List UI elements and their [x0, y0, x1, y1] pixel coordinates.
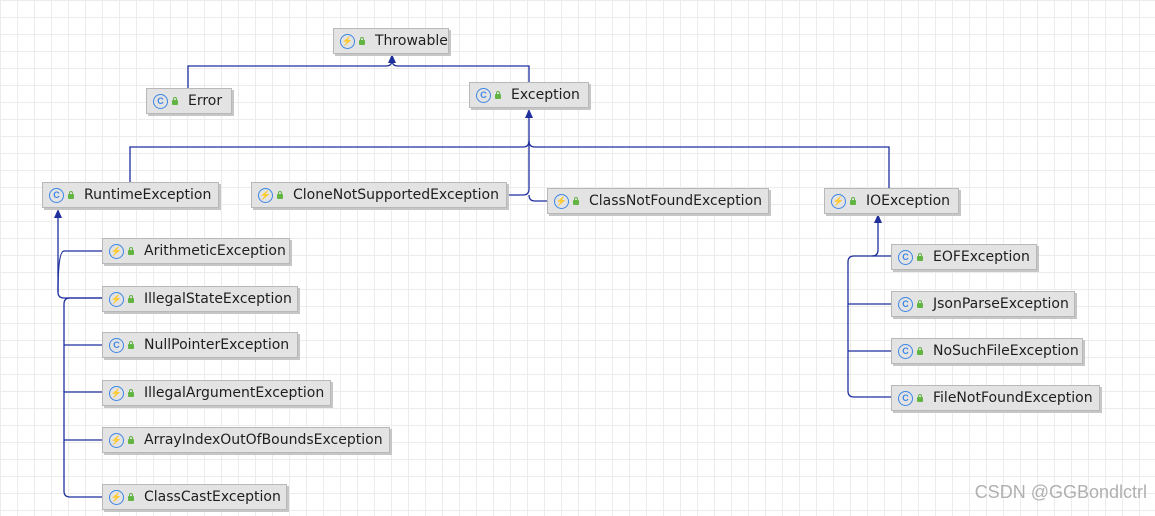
edge-ioexception-exception [528, 140, 890, 188]
lock-icon [917, 393, 923, 402]
edge-error-throwable [187, 55, 393, 88]
abstract-class-icon: ⚡ [109, 385, 124, 401]
edge-filenotfound-ioexception [847, 214, 891, 398]
node-label: Exception [511, 87, 580, 103]
node-runtime-exception[interactable]: C RuntimeException [42, 182, 219, 208]
node-class-not-found-exception[interactable]: ⚡ ClassNotFoundException [547, 188, 769, 214]
lock-icon [573, 196, 579, 205]
abstract-class-icon: ⚡ [109, 489, 124, 505]
node-label: IOException [866, 193, 951, 209]
lock-icon [495, 90, 501, 99]
node-error[interactable]: C Error [146, 88, 232, 114]
node-label: FileNotFoundException [933, 390, 1093, 406]
abstract-class-icon: ⚡ [258, 187, 273, 203]
abstract-class-icon: ⚡ [109, 432, 124, 448]
node-label: IllegalArgumentException [144, 385, 325, 401]
watermark: CSDN @GGBondlctrl [974, 482, 1147, 502]
node-class-cast-exception[interactable]: ⚡ ClassCastException [102, 484, 287, 510]
node-label: ArrayIndexOutOfBoundsException [144, 432, 383, 448]
arrowhead-ioexception [874, 214, 882, 223]
edge-classcast-runtime [63, 297, 102, 498]
arrowhead-exception [525, 109, 533, 118]
node-label: Throwable [375, 33, 448, 49]
node-label: NullPointerException [144, 337, 290, 353]
arrowhead-throwable [388, 54, 396, 63]
node-label: ClassNotFoundException [589, 193, 763, 209]
node-eof-exception[interactable]: C EOFException [891, 244, 1037, 270]
edge-runtime-exception [129, 110, 530, 182]
edge-classnotfound-exception [528, 194, 547, 202]
edge-exception-throwable [391, 59, 530, 82]
lock-icon [359, 36, 365, 45]
node-label: NoSuchFileException [933, 343, 1079, 359]
node-io-exception[interactable]: ⚡ IOException [824, 188, 959, 214]
lock-icon [172, 96, 178, 105]
abstract-class-icon: ⚡ [109, 291, 124, 307]
node-label: RuntimeException [84, 187, 212, 203]
edge-clonenotsupported-exception [507, 141, 530, 196]
node-label: IllegalStateException [144, 291, 292, 307]
class-icon: C [49, 187, 64, 203]
lock-icon [850, 196, 856, 205]
class-icon: C [898, 390, 913, 406]
class-hierarchy-diagram: ⚡ Throwable C Error C Exception C RuntimeExcept… [0, 0, 1155, 516]
lock-icon [128, 340, 134, 349]
node-array-index-out-of-bounds-exception[interactable]: ⚡ ArrayIndexOutOfBoundsException [102, 427, 390, 453]
abstract-class-icon: ⚡ [831, 193, 846, 209]
lock-icon [128, 294, 134, 303]
node-clone-not-supported-exception[interactable]: ⚡ CloneNotSupportedException [251, 182, 507, 208]
edge-illegalstate-runtime [57, 212, 102, 299]
node-null-pointer-exception[interactable]: C NullPointerException [102, 332, 298, 358]
class-icon: C [153, 93, 168, 109]
node-illegal-argument-exception[interactable]: ⚡ IllegalArgumentException [102, 380, 331, 406]
class-icon: C [898, 343, 913, 359]
node-throwable[interactable]: ⚡ Throwable [333, 28, 449, 54]
node-illegal-state-exception[interactable]: ⚡ IllegalStateException [102, 286, 298, 312]
lock-icon [128, 492, 134, 501]
lock-icon [128, 388, 134, 397]
node-exception[interactable]: C Exception [469, 82, 589, 108]
class-icon: C [476, 87, 491, 103]
node-label: JsonParseException [933, 296, 1069, 312]
abstract-class-icon: ⚡ [109, 243, 124, 259]
class-icon: C [109, 337, 124, 353]
lock-icon [128, 246, 134, 255]
lock-icon [277, 190, 283, 199]
node-label: EOFException [933, 249, 1030, 265]
node-no-such-file-exception[interactable]: C NoSuchFileException [891, 338, 1083, 364]
node-label: ClassCastException [144, 489, 281, 505]
lock-icon [917, 346, 923, 355]
edge-arithmetic-runtime [57, 250, 102, 293]
node-file-not-found-exception[interactable]: C FileNotFoundException [891, 385, 1100, 411]
lock-icon [68, 190, 74, 199]
node-label: Error [188, 93, 223, 109]
node-json-parse-exception[interactable]: C JsonParseException [891, 291, 1075, 317]
abstract-class-icon: ⚡ [340, 33, 355, 49]
class-icon: C [898, 249, 913, 265]
class-icon: C [898, 296, 913, 312]
lock-icon [128, 435, 134, 444]
node-arithmetic-exception[interactable]: ⚡ ArithmeticException [102, 238, 290, 264]
node-label: CloneNotSupportedException [293, 187, 499, 203]
node-label: ArithmeticException [144, 243, 286, 259]
lock-icon [917, 252, 923, 261]
lock-icon [917, 299, 923, 308]
abstract-class-icon: ⚡ [554, 193, 569, 209]
arrowhead-runtime-exception [54, 209, 62, 218]
